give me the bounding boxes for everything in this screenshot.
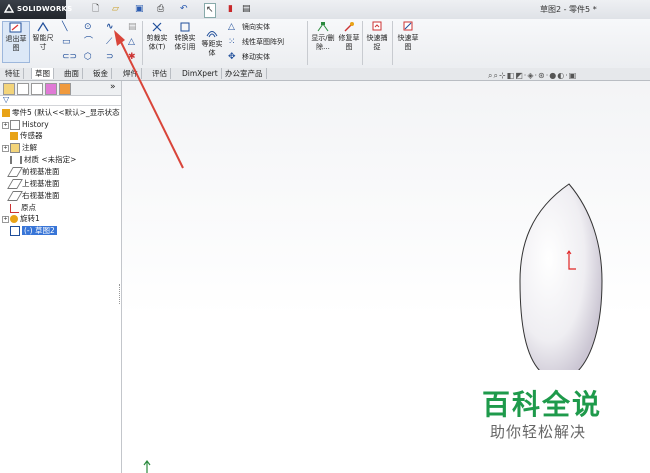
revolve-icon xyxy=(10,215,18,223)
sensor-icon xyxy=(10,132,18,140)
tree-item-label: 旋转1 xyxy=(20,214,40,223)
tree-item-label: 注解 xyxy=(22,143,37,152)
display-manager-tab-icon[interactable] xyxy=(59,83,71,95)
tree-item-label: 右视基准面 xyxy=(22,191,60,200)
tree-root-label: 零件5 (默认<<默认>_显示状态 xyxy=(12,108,120,117)
feature-manager-tree: » ▽ 零件5 (默认<<默认>_显示状态 + History 传感器 + 注解 材… xyxy=(0,81,122,473)
tree-item-sketch2[interactable]: (-) 草图2 xyxy=(10,226,57,236)
property-manager-tab-icon[interactable] xyxy=(17,83,29,95)
part-icon xyxy=(2,109,10,117)
tree-item-label: 传感器 xyxy=(20,131,43,140)
watermark: 百科全说 助你轻松解决 xyxy=(462,370,626,452)
expand-icon[interactable]: + xyxy=(2,121,9,129)
tree-filter[interactable]: ▽ xyxy=(0,95,121,106)
dimxpert-tab-icon[interactable] xyxy=(45,83,57,95)
tree-item-right-plane[interactable]: 右视基准面 xyxy=(7,191,60,201)
material-icon xyxy=(10,156,22,164)
sketch-icon xyxy=(10,226,20,236)
annotation-icon xyxy=(10,143,20,153)
watermark-subtitle: 助你轻松解决 xyxy=(490,423,587,441)
plane-icon xyxy=(7,191,23,201)
history-icon xyxy=(10,120,20,130)
tree-item-label: 上视基准面 xyxy=(22,179,60,188)
tree-item-material[interactable]: 材质 <未指定> xyxy=(10,155,76,165)
tree-item-origin[interactable]: 原点 xyxy=(10,203,36,213)
tree-item-top-plane[interactable]: 上视基准面 xyxy=(7,179,60,189)
plane-icon xyxy=(7,179,23,189)
tree-item-label: 原点 xyxy=(21,203,36,212)
filter-icon: ▽ xyxy=(3,95,10,104)
watermark-title: 百科全说 xyxy=(482,388,603,421)
tree-item-front-plane[interactable]: 前视基准面 xyxy=(7,167,60,177)
tree-item-history[interactable]: + History xyxy=(2,120,49,130)
origin-icon xyxy=(10,203,19,213)
expand-icon[interactable]: + xyxy=(2,144,9,152)
tree-item-label: 材质 <未指定> xyxy=(24,155,77,164)
tree-item-annotations[interactable]: + 注解 xyxy=(2,143,37,153)
expand-chevron-icon[interactable]: » xyxy=(110,82,116,92)
feature-tree-tab-icon[interactable] xyxy=(3,83,15,95)
expand-icon[interactable]: + xyxy=(2,215,9,223)
tree-item-sensors[interactable]: 传感器 xyxy=(10,131,43,141)
tree-item-label: History xyxy=(22,120,49,129)
tree-root[interactable]: 零件5 (默认<<默认>_显示状态 xyxy=(2,108,120,118)
feature-manager-tabs: » xyxy=(0,81,121,96)
tree-item-label: (-) 草图2 xyxy=(22,226,57,235)
tree-item-label: 前视基准面 xyxy=(22,167,60,176)
tree-item-revolve[interactable]: + 旋转1 xyxy=(2,214,40,224)
panel-splitter[interactable] xyxy=(119,284,124,304)
plane-icon xyxy=(7,167,23,177)
configuration-manager-tab-icon[interactable] xyxy=(31,83,43,95)
